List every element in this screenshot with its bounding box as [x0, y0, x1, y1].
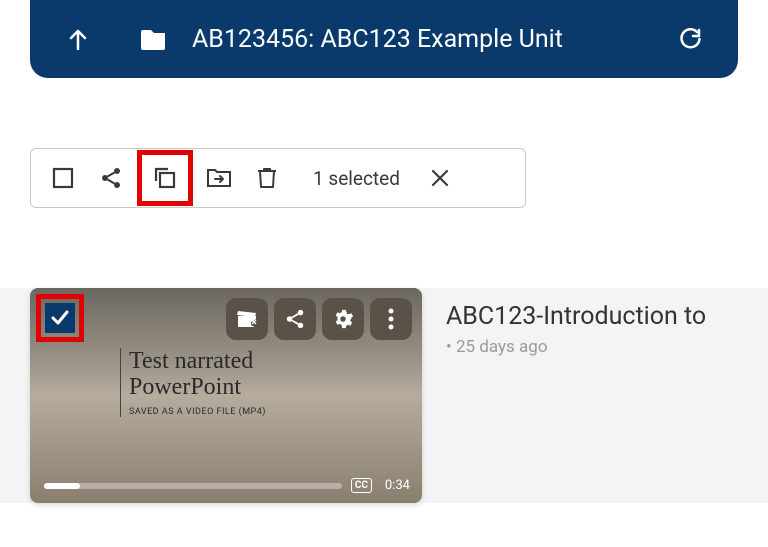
copy-button[interactable]: [137, 150, 193, 206]
clapperboard-icon: [236, 308, 258, 330]
copy-icon: [152, 165, 178, 191]
thumbnail-overlay-text: Test narrated PowerPoint SAVED AS A VIDE…: [120, 348, 266, 417]
square-icon: [52, 167, 74, 189]
video-row: Test narrated PowerPoint SAVED AS A VIDE…: [0, 288, 768, 503]
clear-selection-button[interactable]: [418, 156, 462, 200]
selection-toolbar: 1 selected: [30, 148, 526, 208]
move-to-folder-icon: [206, 167, 232, 189]
video-age: 25 days ago: [446, 337, 706, 357]
refresh-icon: [679, 28, 701, 50]
content-area: Test narrated PowerPoint SAVED AS A VIDE…: [0, 288, 768, 503]
thumb-title-line1: Test narrated: [129, 348, 266, 374]
video-meta: ABC123-Introduction to 25 days ago: [422, 288, 706, 503]
more-button[interactable]: [370, 298, 412, 340]
breadcrumb-header: AB123456: ABC123 Example Unit: [30, 0, 738, 78]
thumb-subtitle: SAVED AS A VIDEO FILE (MP4): [129, 407, 266, 417]
selected-count: 1 selected: [313, 167, 400, 190]
thumbnail-actions: [226, 298, 412, 340]
delete-button[interactable]: [245, 156, 289, 200]
folder-icon: [136, 21, 172, 57]
progress-bar[interactable]: [44, 483, 342, 489]
video-title[interactable]: ABC123-Introduction to: [446, 302, 706, 331]
selection-checkbox-highlight: [36, 294, 84, 342]
refresh-button[interactable]: [672, 21, 708, 57]
edit-button[interactable]: [226, 298, 268, 340]
share-button[interactable]: [89, 156, 133, 200]
settings-button[interactable]: [322, 298, 364, 340]
gear-icon: [332, 308, 354, 330]
more-vertical-icon: [388, 308, 394, 330]
arrow-up-icon: [68, 28, 88, 50]
trash-icon: [256, 166, 278, 190]
cc-badge: CC: [351, 478, 372, 493]
move-button[interactable]: [197, 156, 241, 200]
thumb-share-button[interactable]: [274, 298, 316, 340]
close-icon: [430, 168, 450, 188]
video-thumbnail[interactable]: Test narrated PowerPoint SAVED AS A VIDE…: [30, 288, 422, 503]
folder-title: AB123456: ABC123 Example Unit: [192, 25, 672, 54]
share-icon: [99, 166, 123, 190]
selection-checkbox[interactable]: [45, 303, 75, 333]
video-duration: 0:34: [385, 478, 410, 493]
progress-fill: [44, 483, 80, 489]
select-all-button[interactable]: [41, 156, 85, 200]
thumb-title-line2: PowerPoint: [129, 374, 266, 400]
go-up-button[interactable]: [60, 21, 96, 57]
check-icon: [49, 307, 71, 329]
share-icon: [284, 308, 306, 330]
